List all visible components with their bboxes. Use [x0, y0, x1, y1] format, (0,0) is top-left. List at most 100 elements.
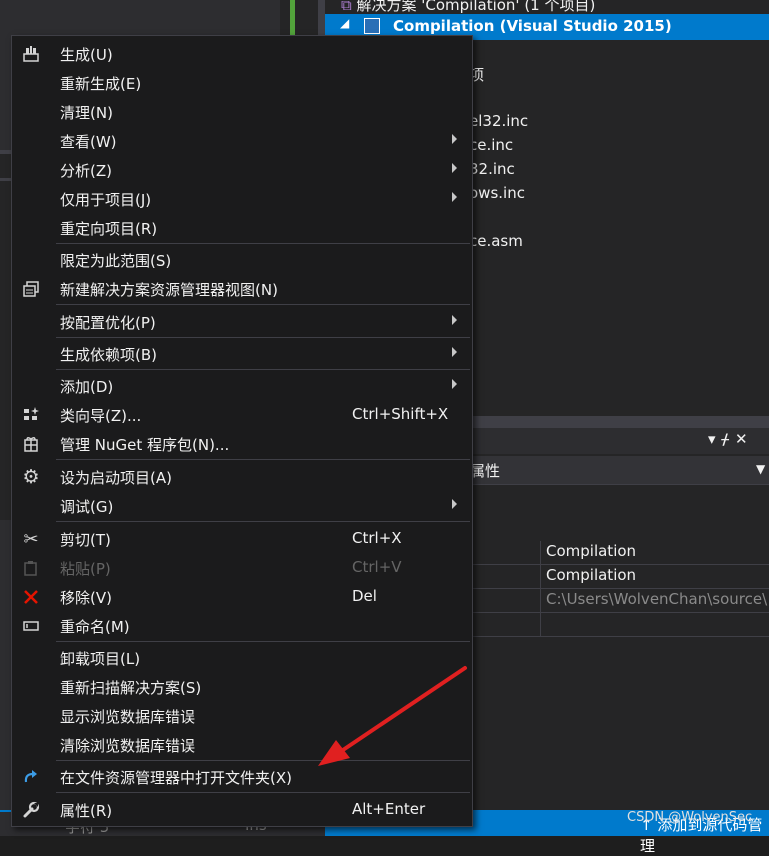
menu-separator [56, 521, 470, 522]
menu-item-label: 查看(W) [60, 133, 117, 151]
menu-item-label: 分析(Z) [60, 162, 112, 180]
menu-item-label: 类向导(Z)... [60, 407, 142, 425]
menu-separator [56, 369, 470, 370]
menu-item-label: 设为启动项目(A) [60, 469, 172, 487]
menu-item-add[interactable]: 添加(D) [12, 371, 472, 400]
property-row[interactable]: Compilation [460, 541, 769, 565]
menu-item-view[interactable]: 查看(W) [12, 126, 472, 155]
submenu-arrow-icon [452, 192, 457, 202]
change-indicator [290, 0, 295, 38]
submenu-arrow-icon [452, 315, 457, 325]
menu-item-rename[interactable]: 重命名(M) [12, 611, 472, 640]
menu-item-rebuild[interactable]: 重新生成(E) [12, 68, 472, 97]
menu-item-build-deps[interactable]: 生成依赖项(B) [12, 339, 472, 368]
menu-item-label: 显示浏览数据库错误 [60, 708, 196, 726]
solution-tree-item[interactable]: ⧉ 解决方案 'Compilation' (1 个项目) [341, 0, 595, 15]
clipboard-icon [20, 557, 42, 579]
menu-item-label: 重新生成(E) [60, 75, 142, 93]
menu-item-scope[interactable]: 限定为此范围(S) [12, 245, 472, 274]
menu-item-class-wizard[interactable]: 类向导(Z)... Ctrl+Shift+X [12, 400, 472, 429]
menu-item-label: 添加(D) [60, 378, 114, 396]
menu-separator [56, 792, 470, 793]
menu-item-label: 重新扫描解决方案(S) [60, 679, 202, 697]
menu-item-label: 清除浏览数据库错误 [60, 737, 196, 755]
menu-item-properties[interactable]: 属性(R) Alt+Enter [12, 795, 472, 824]
gear-icon: ⚙ [22, 466, 40, 488]
expand-arrow-icon[interactable]: ◢ [340, 16, 349, 30]
property-row[interactable]: Compilation [460, 565, 769, 589]
submenu-arrow-icon [452, 134, 457, 144]
new-window-icon [20, 278, 42, 300]
menu-item-clean[interactable]: 清理(N) [12, 97, 472, 126]
menu-separator [56, 243, 470, 244]
properties-combo-label: 属性 [470, 462, 501, 480]
tree-item-partial[interactable]: el32.inc [469, 112, 528, 130]
scissors-icon: ✂ [23, 528, 39, 550]
rename-icon [20, 615, 42, 637]
menu-item-remove[interactable]: 移除(V) Del [12, 582, 472, 611]
menu-item-label: 仅用于项目(J) [60, 191, 152, 209]
menu-item-build[interactable]: 生成(U) [12, 39, 472, 68]
menu-item-label: 管理 NuGet 程序包(N)... [60, 436, 230, 454]
submenu-arrow-icon [452, 163, 457, 173]
menu-item-set-startup[interactable]: ⚙ 设为启动项目(A) [12, 462, 472, 491]
menu-item-label: 生成依赖项(B) [60, 346, 157, 364]
property-row[interactable] [460, 613, 769, 637]
menu-item-label: 剪切(T) [60, 531, 111, 549]
submenu-arrow-icon [452, 499, 457, 509]
build-icon [20, 43, 42, 65]
menu-item-label: 按配置优化(P) [60, 314, 156, 332]
watermark: CSDN @WolvenSec [627, 810, 753, 825]
menu-item-new-view[interactable]: 新建解决方案资源管理器视图(N) [12, 274, 472, 303]
remove-x-icon [20, 586, 42, 608]
menu-item-label: 移除(V) [60, 589, 112, 607]
solution-label: 解决方案 'Compilation' (1 个项目) [356, 0, 596, 14]
menu-item-label: 在文件资源管理器中打开文件夹(X) [60, 769, 292, 787]
menu-separator [56, 337, 470, 338]
menu-item-label: 调试(G) [60, 498, 114, 516]
chevron-down-icon[interactable]: ▼ [756, 462, 765, 476]
menu-item-label: 属性(R) [60, 802, 113, 820]
menu-item-paste: 粘贴(P) Ctrl+V [12, 553, 472, 582]
menu-separator [56, 459, 470, 460]
solution-icon: ⧉ [341, 0, 352, 14]
menu-item-label: 重定向项目(R) [60, 220, 158, 238]
close-icon[interactable]: ✕ [735, 430, 754, 448]
menu-item-debug[interactable]: 调试(G) [12, 491, 472, 520]
menu-item-retarget[interactable]: 重定向项目(R) [12, 213, 472, 242]
project-icon [364, 18, 380, 34]
menu-item-label: 清理(N) [60, 104, 113, 122]
project-label: Compilation (Visual Studio 2015) [393, 17, 672, 35]
property-value: Compilation [546, 542, 637, 560]
wrench-icon [20, 799, 42, 821]
menu-item-label: 重命名(M) [60, 618, 130, 636]
submenu-arrow-icon [452, 379, 457, 389]
menu-item-project-only[interactable]: 仅用于项目(J) [12, 184, 472, 213]
menu-item-label: 粘贴(P) [60, 560, 111, 578]
menu-item-label: 生成(U) [60, 46, 113, 64]
menu-item-shortcut: Alt+Enter [352, 800, 426, 818]
tree-item-partial[interactable]: ows.inc [469, 184, 525, 202]
tree-item-partial[interactable]: 32.inc [469, 160, 515, 178]
menu-item-pgo[interactable]: 按配置优化(P) [12, 307, 472, 336]
menu-separator [56, 641, 470, 642]
menu-item-shortcut: Del [352, 587, 377, 605]
menu-item-label: 限定为此范围(S) [60, 252, 172, 270]
class-wizard-icon [20, 404, 42, 426]
menu-item-nuget[interactable]: 管理 NuGet 程序包(N)... [12, 429, 472, 458]
pin-icon[interactable]: ᚋ [722, 430, 735, 448]
annotation-arrow-icon [318, 666, 467, 766]
menu-item-shortcut: Ctrl+V [352, 558, 402, 576]
dropdown-icon[interactable]: ▾ [708, 430, 722, 448]
menu-item-analyze[interactable]: 分析(Z) [12, 155, 472, 184]
properties-object-combo[interactable] [460, 456, 769, 485]
property-value: C:\Users\WolvenChan\source\ [546, 590, 768, 608]
menu-item-cut[interactable]: ✂ 剪切(T) Ctrl+X [12, 524, 472, 553]
menu-separator [56, 304, 470, 305]
tree-item-partial[interactable]: ce.inc [469, 136, 513, 154]
redo-arrow-icon [20, 766, 42, 788]
property-row[interactable]: C:\Users\WolvenChan\source\ [460, 589, 769, 613]
tree-item-partial[interactable]: ce.asm [469, 232, 523, 250]
nuget-package-icon [20, 433, 42, 455]
submenu-arrow-icon [452, 347, 457, 357]
